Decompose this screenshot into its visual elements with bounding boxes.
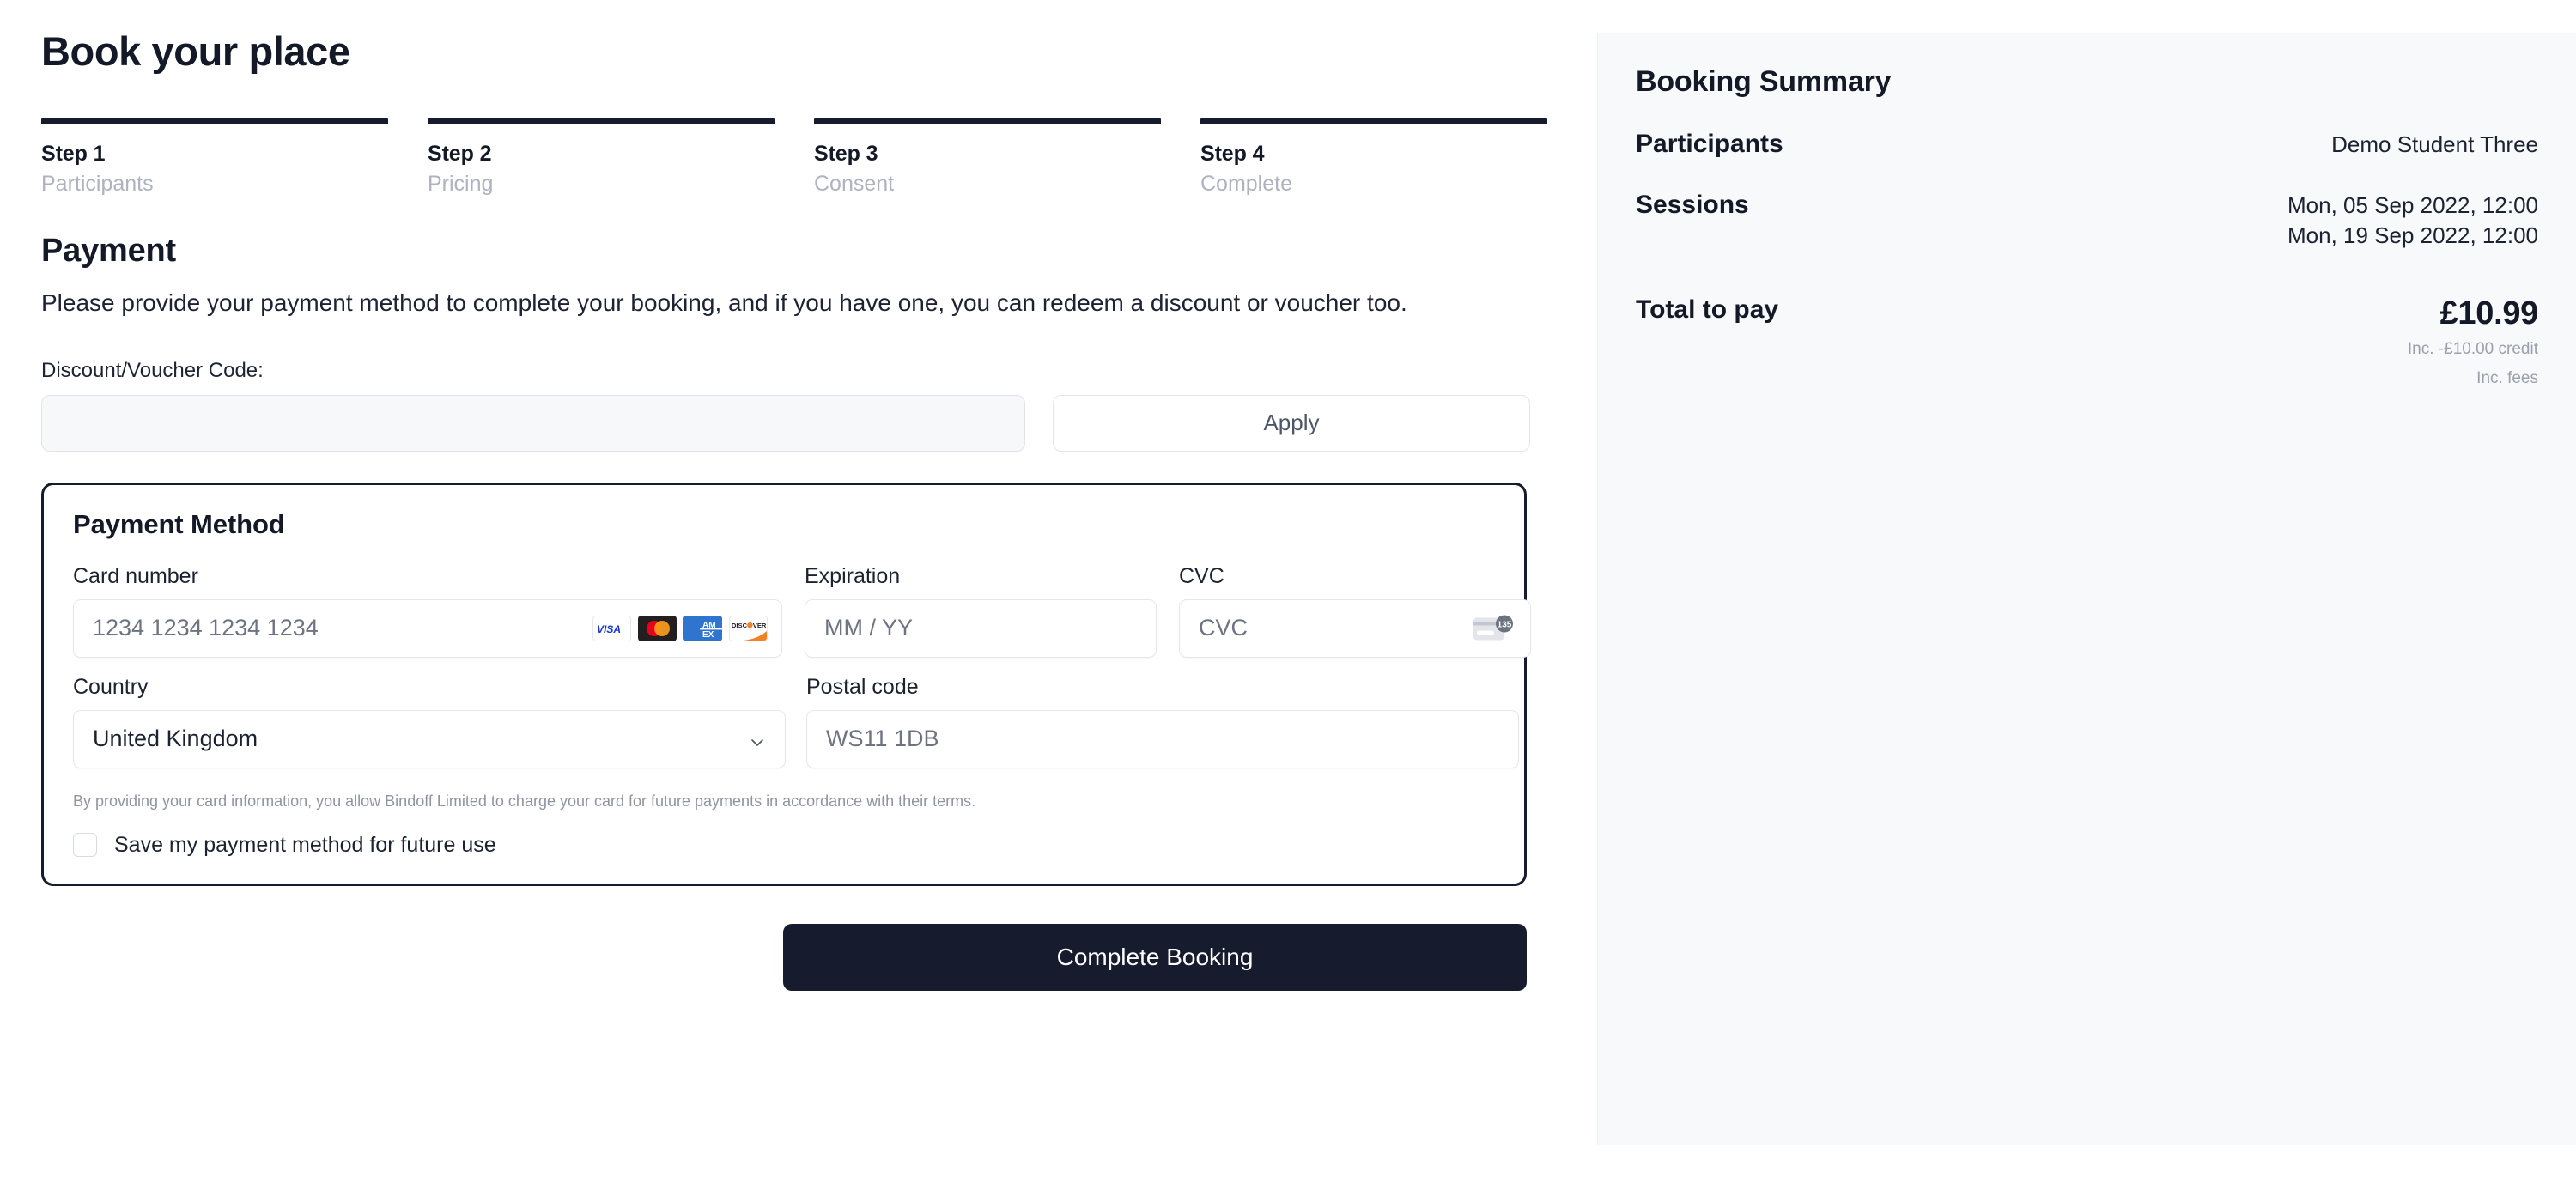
summary-row-total: Total to pay £10.99 Inc. -£10.00 credit … (1636, 295, 2538, 390)
step-2-bar (428, 118, 775, 124)
complete-booking-button[interactable]: Complete Booking (783, 923, 1527, 991)
apply-discount-button[interactable]: Apply (1053, 394, 1530, 452)
discount-row: Apply (41, 394, 1552, 452)
save-payment-method-row[interactable]: Save my payment method for future use (73, 833, 1495, 858)
sessions-values: Mon, 05 Sep 2022, 12:00 Mon, 19 Sep 2022… (2287, 191, 2538, 251)
expiration-field-group: Expiration MM / YY (805, 564, 1157, 658)
save-payment-method-label: Save my payment method for future use (114, 832, 496, 857)
amex-icon: AM EX (683, 615, 722, 641)
booking-summary-title: Booking Summary (1636, 65, 1892, 98)
card-number-field-group: Card number 1234 1234 1234 1234 VISA AM … (73, 564, 782, 658)
expiration-input[interactable]: MM / YY (805, 598, 1157, 658)
discount-code-label: Discount/Voucher Code: (41, 358, 264, 382)
svg-text:EX: EX (702, 630, 714, 640)
card-number-input[interactable]: 1234 1234 1234 1234 VISA AM EX DISC VER (73, 598, 782, 658)
total-label: Total to pay (1636, 295, 1779, 325)
discover-icon: DISC VER (729, 615, 768, 641)
step-3-subtitle: Consent (814, 171, 895, 196)
svg-text:VER: VER (753, 622, 767, 629)
card-disclaimer: By providing your card information, you … (73, 792, 976, 810)
step-1-bar (41, 118, 388, 124)
total-note-credit: Inc. -£10.00 credit (2407, 340, 2538, 359)
step-3-bar (814, 118, 1161, 124)
progress-stepper: Step 1 Participants Step 2 Pricing Step … (41, 118, 1552, 197)
step-4-title: Step 4 (1200, 141, 1265, 166)
expiration-label: Expiration (805, 563, 901, 588)
session-item: Mon, 05 Sep 2022, 12:00 (2287, 192, 2538, 219)
save-payment-method-checkbox[interactable] (73, 833, 97, 858)
cvc-icon-digits: 135 (1498, 620, 1512, 629)
step-4-bar (1200, 118, 1547, 124)
cvc-placeholder: CVC (1199, 615, 1249, 641)
country-selected-value: United Kingdom (93, 726, 258, 752)
payment-fields-row-2: Country United Kingdom Postal code WS11 … (73, 675, 1519, 768)
total-amount: £10.99 (2439, 295, 2539, 332)
step-3-consent[interactable]: Step 3 Consent (814, 118, 1161, 197)
session-item: Mon, 19 Sep 2022, 12:00 (2287, 222, 2538, 249)
booking-checkout-page: Book your place Step 1 Participants Step… (0, 0, 2576, 1178)
sessions-label: Sessions (1636, 191, 1749, 220)
discount-code-input[interactable] (41, 394, 1025, 452)
postal-code-input[interactable]: WS11 1DB (806, 709, 1519, 768)
payment-description: Please provide your payment method to co… (41, 288, 1407, 316)
country-field-group: Country United Kingdom (73, 675, 786, 768)
payment-heading: Payment (41, 232, 177, 269)
summary-row-sessions: Sessions Mon, 05 Sep 2022, 12:00 Mon, 19… (1636, 191, 2538, 251)
visa-icon: VISA (592, 615, 631, 641)
svg-text:VISA: VISA (597, 623, 621, 635)
postal-code-label: Postal code (806, 674, 919, 699)
step-4-subtitle: Complete (1200, 171, 1292, 196)
step-1-subtitle: Participants (41, 171, 154, 196)
payment-method-title: Payment Method (73, 508, 285, 539)
postal-code-placeholder: WS11 1DB (826, 726, 939, 752)
page-title: Book your place (41, 28, 350, 74)
step-1-participants[interactable]: Step 1 Participants (41, 118, 388, 197)
card-number-label: Card number (73, 563, 198, 588)
summary-row-participants: Participants Demo Student Three (1636, 130, 2538, 160)
step-2-pricing[interactable]: Step 2 Pricing (428, 118, 775, 197)
postal-code-field-group: Postal code WS11 1DB (806, 675, 1519, 768)
step-3-title: Step 3 (814, 141, 878, 166)
svg-text:DISC: DISC (732, 622, 748, 629)
cvc-card-icon: 135 (1473, 614, 1515, 642)
payment-fields-row-1: Card number 1234 1234 1234 1234 VISA AM … (73, 564, 1531, 658)
country-label: Country (73, 674, 149, 699)
card-brand-icons: VISA AM EX DISC VER (592, 615, 768, 641)
cvc-label: CVC (1179, 563, 1224, 588)
mastercard-icon (638, 615, 677, 641)
booking-summary-panel: Booking Summary Participants Demo Studen… (1597, 33, 2576, 1145)
expiration-placeholder: MM / YY (824, 615, 914, 641)
booking-main-column: Book your place Step 1 Participants Step… (0, 0, 1597, 1178)
card-number-placeholder: 1234 1234 1234 1234 (93, 615, 319, 641)
step-4-complete[interactable]: Step 4 Complete (1200, 118, 1547, 197)
complete-booking-row: Complete Booking (41, 923, 1527, 991)
cvc-field-group: CVC CVC 135 (1179, 564, 1531, 658)
participants-label: Participants (1636, 130, 1783, 158)
total-value-group: £10.99 Inc. -£10.00 credit Inc. fees (2408, 295, 2538, 390)
step-2-subtitle: Pricing (428, 171, 494, 196)
total-note-fees: Inc. fees (2476, 368, 2538, 387)
participants-value: Demo Student Three (2331, 131, 2538, 157)
payment-method-card: Payment Method Card number 1234 1234 123… (41, 482, 1531, 886)
cvc-input[interactable]: CVC 135 (1179, 598, 1531, 658)
chevron-down-icon (749, 731, 766, 748)
country-select[interactable]: United Kingdom (73, 709, 786, 768)
step-2-title: Step 2 (428, 141, 492, 166)
step-1-title: Step 1 (41, 141, 106, 166)
